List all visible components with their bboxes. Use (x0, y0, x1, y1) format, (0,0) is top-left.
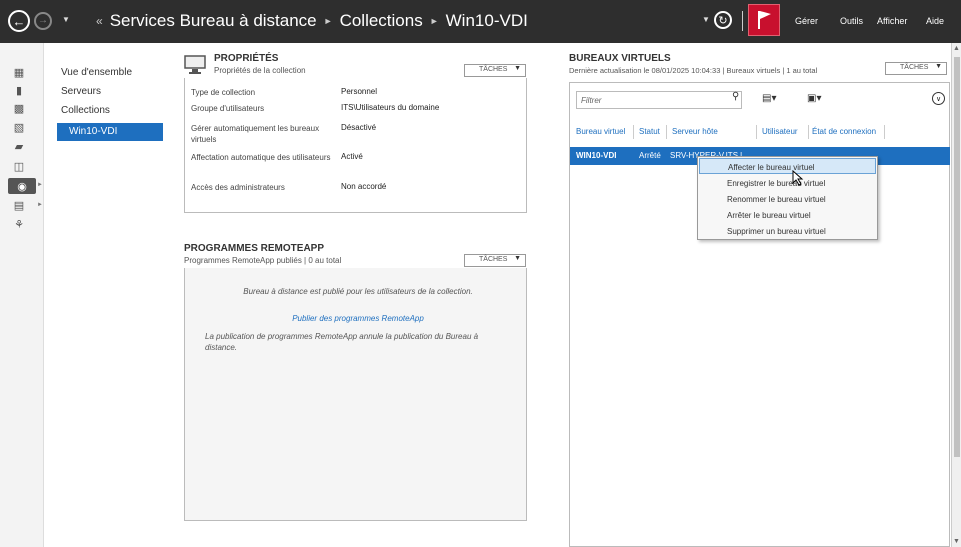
tasks-label: TÂCHES (900, 64, 929, 71)
menu-assign-vd[interactable]: Affecter le bureau virtuel (699, 158, 876, 174)
remoteapp-info: Bureau à distance est publié pour les ut… (243, 287, 473, 296)
menu-rename-vd[interactable]: Renommer le bureau virtuel (699, 191, 876, 207)
vd-subtitle: Dernière actualisation le 08/01/2025 10:… (569, 66, 818, 75)
prop-label: Type de collection (191, 88, 256, 97)
toolbar-divider (742, 11, 743, 31)
menu-tools[interactable]: Outils (840, 16, 863, 26)
expand-arrow-icon[interactable]: ► (37, 202, 43, 208)
breadcrumb-separator-icon: ► (429, 16, 439, 26)
breadcrumb-separator-icon: ► (323, 16, 333, 26)
column-separator (808, 125, 809, 139)
search-icon[interactable]: ⚲ (732, 91, 739, 102)
left-navigation: Vue d'ensemble Serveurs Collections Win1… (45, 43, 173, 547)
remote-desktop-icon[interactable]: ◉ (8, 178, 36, 194)
breadcrumb-item-win10vdi[interactable]: Win10-VDI (446, 11, 528, 31)
virtual-desktops-box: Filtrer ⚲ ▤▾ ▣▾ ∨ Bureau virtuel Statut … (569, 82, 950, 547)
vertical-scrollbar[interactable]: ▲ ▼ (951, 43, 961, 547)
scroll-thumb[interactable] (954, 57, 960, 457)
nav-servers[interactable]: Serveurs (61, 86, 101, 97)
prop-value: ITS\Utilisateurs du domaine (341, 103, 440, 112)
properties-tasks-button[interactable]: TÂCHES ▼ (464, 64, 526, 77)
column-separator (633, 125, 634, 139)
nav-overview[interactable]: Vue d'ensemble (61, 67, 132, 78)
menu-save-vd[interactable]: Enregistrer le bureau virtuel (699, 175, 876, 191)
menu-manage[interactable]: Gérer (795, 16, 818, 26)
local-server-icon[interactable]: ▮ (12, 83, 26, 97)
remoteapp-subtitle: Programmes RemoteApp publiés | 0 au tota… (184, 256, 342, 265)
tasks-label: TÂCHES (479, 66, 508, 73)
forward-arrow-icon[interactable]: → (34, 12, 52, 30)
prop-label: Accès des administrateurs (191, 183, 285, 192)
dashboard-icon[interactable]: ▦ (12, 65, 26, 79)
remoteapp-tasks-button[interactable]: TÂCHES ▼ (464, 254, 526, 267)
save-query-icon[interactable]: ▣▾ (807, 93, 821, 104)
mouse-cursor-icon (792, 170, 804, 186)
nav-collections[interactable]: Collections (61, 105, 110, 116)
col-header-host[interactable]: Serveur hôte (672, 127, 718, 136)
row-name: WIN10-VDI (576, 151, 617, 160)
all-servers-icon[interactable]: ▩ (12, 101, 26, 115)
properties-subtitle: Propriétés de la collection (214, 66, 306, 75)
remoteapp-title: PROGRAMMES REMOTEAPP (184, 243, 325, 254)
chevron-down-icon: ▼ (935, 63, 942, 70)
column-separator (884, 125, 885, 139)
filter-input[interactable]: Filtrer (576, 91, 742, 109)
column-separator (666, 125, 667, 139)
iis-icon[interactable]: ⚘ (12, 217, 26, 231)
column-separator (756, 125, 757, 139)
notifications-flag-button[interactable] (748, 4, 780, 36)
breadcrumb: « Services Bureau à distance ► Collectio… (96, 11, 528, 31)
refresh-icon[interactable]: ↻ (714, 11, 732, 29)
properties-title: PROPRIÉTÉS (214, 53, 279, 64)
menu-delete-vd[interactable]: Supprimer un bureau virtuel (699, 223, 876, 239)
breadcrumb-item-collections[interactable]: Collections (340, 11, 423, 31)
hyper-v-icon[interactable]: ◫ (12, 159, 26, 173)
publish-remoteapp-link[interactable]: Publier des programmes RemoteApp (203, 313, 513, 324)
breadcrumb-item-rds[interactable]: Services Bureau à distance (110, 11, 317, 31)
menu-view[interactable]: Afficher (877, 16, 907, 26)
expand-arrow-icon[interactable]: ► (37, 182, 43, 188)
col-header-connection[interactable]: État de connexion (812, 127, 876, 136)
file-services-icon[interactable]: ▰ (12, 139, 26, 153)
tasks-label: TÂCHES (479, 256, 508, 263)
refresh-dropdown-icon[interactable]: ▼ (702, 15, 710, 24)
col-header-name[interactable]: Bureau virtuel (576, 127, 625, 136)
menu-help[interactable]: Aide (926, 16, 944, 26)
breadcrumb-lead: « (96, 14, 103, 28)
menu-stop-vd[interactable]: Arrêter le bureau virtuel (699, 207, 876, 223)
prop-label: Gérer automatiquement les bureaux virtue… (191, 124, 320, 144)
scroll-down-icon[interactable]: ▼ (953, 538, 960, 545)
prop-value: Activé (341, 152, 363, 161)
flag-icon (758, 11, 771, 29)
back-arrow-icon[interactable]: ← (8, 10, 30, 32)
col-header-user[interactable]: Utilisateur (762, 127, 798, 136)
row-status: Arrêté (639, 151, 661, 160)
ad-ds-icon[interactable]: ▧ (12, 120, 26, 134)
monitor-icon (184, 55, 206, 74)
scroll-up-icon[interactable]: ▲ (953, 45, 960, 52)
storage-icon[interactable]: ▤ (12, 198, 26, 212)
list-options-icon[interactable]: ▤▾ (762, 93, 776, 104)
col-header-status[interactable]: Statut (639, 127, 660, 136)
icon-rail: ▦ ▮ ▩ ▧ ▰ ◫ ◉ ► ▤ ► ⚘ (0, 43, 44, 547)
remoteapp-note: La publication de programmes RemoteApp a… (205, 332, 479, 352)
nav-collection-win10vdi[interactable]: Win10-VDI (57, 123, 163, 141)
chevron-down-icon: ▼ (514, 65, 521, 72)
prop-value: Désactivé (341, 123, 377, 132)
collapse-icon[interactable]: ∨ (932, 92, 945, 105)
prop-value: Personnel (341, 87, 378, 96)
vd-tasks-button[interactable]: TÂCHES ▼ (885, 62, 947, 75)
context-menu: Affecter le bureau virtuel Enregistrer l… (697, 156, 878, 240)
chevron-down-icon: ▼ (514, 255, 521, 262)
title-bar: ← → ▼ « Services Bureau à distance ► Col… (0, 0, 961, 43)
remoteapp-box: Bureau à distance est publié pour les ut… (184, 268, 527, 521)
history-dropdown-icon[interactable]: ▼ (62, 15, 70, 24)
properties-box: Type de collection Personnel Groupe d'ut… (184, 78, 527, 213)
vd-title: BUREAUX VIRTUELS (569, 53, 671, 64)
prop-label: Affectation automatique des utilisateurs (191, 153, 331, 162)
prop-value: Non accordé (341, 182, 387, 191)
prop-label: Groupe d'utilisateurs (191, 104, 265, 113)
